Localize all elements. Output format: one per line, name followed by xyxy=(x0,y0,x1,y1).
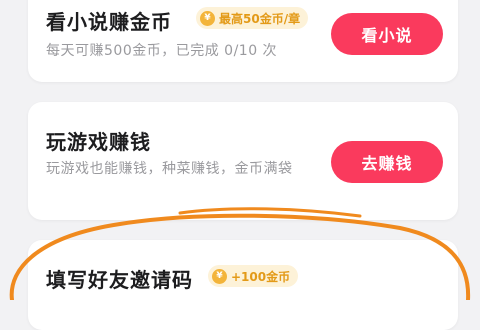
task-title: 填写好友邀请码 xyxy=(46,268,193,292)
reward-badge: ¥ +100金币 xyxy=(208,265,299,287)
reward-badge: ¥ 最高50金币/章 xyxy=(196,7,309,29)
coin-icon: ¥ xyxy=(200,10,215,26)
reward-badge-text: 最高50金币/章 xyxy=(219,11,301,26)
read-novel-button[interactable]: 看小说 xyxy=(331,13,443,55)
task-description: 每天可赚500金币，已完成 0/10 次 xyxy=(46,43,278,59)
reward-badge-text: +100金币 xyxy=(231,269,291,284)
earn-money-button[interactable]: 去赚钱 xyxy=(331,141,443,183)
task-title: 看小说赚金币 xyxy=(46,10,172,34)
task-title: 玩游戏赚钱 xyxy=(46,130,151,154)
task-card-play-games: 玩游戏赚钱 玩游戏也能赚钱，种菜赚钱，金币满袋 去赚钱 xyxy=(28,102,458,220)
coin-icon: ¥ xyxy=(212,268,227,284)
task-description: 玩游戏也能赚钱，种菜赚钱，金币满袋 xyxy=(46,161,293,177)
task-card-read-novel: 看小说赚金币 ¥ 最高50金币/章 每天可赚500金币，已完成 0/10 次 看… xyxy=(28,0,458,82)
task-card-invite-code[interactable]: 填写好友邀请码 ¥ +100金币 xyxy=(28,240,458,330)
